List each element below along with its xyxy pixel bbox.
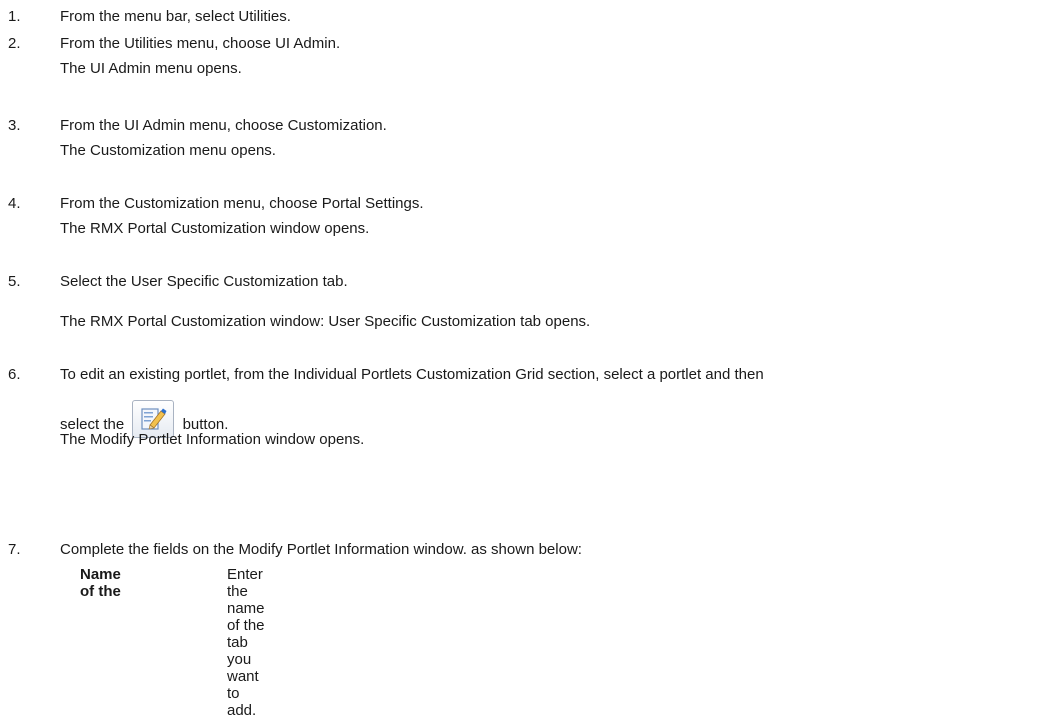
step-result: The RMX Portal Customization window open… [60, 220, 370, 237]
step-text: From the Utilities menu, choose UI Admin… [60, 35, 341, 52]
step-result: The Modify Portlet Information window op… [60, 431, 365, 448]
step-text: Select the User Specific Customization t… [60, 273, 348, 290]
step-number: 4. [8, 195, 21, 212]
step-number: 7. [8, 541, 21, 558]
step-text: Complete the fields on the Modify Portle… [60, 541, 582, 558]
step-text: From the Customization menu, choose Port… [60, 195, 424, 212]
field-label: Name of the [80, 566, 121, 600]
field-description: Enter the name of the tab you want to ad… [227, 566, 265, 719]
step-result: The Customization menu opens. [60, 142, 276, 159]
step-text: From the UI Admin menu, choose Customiza… [60, 117, 387, 134]
step-text: From the menu bar, select Utilities. [60, 8, 291, 25]
step-number: 1. [8, 8, 21, 25]
step-text: To edit an existing portlet, from the In… [60, 366, 764, 383]
step-number: 2. [8, 35, 21, 52]
step-result: The RMX Portal Customization window: Use… [60, 313, 591, 330]
step-number: 5. [8, 273, 21, 290]
step-number: 6. [8, 366, 21, 383]
step-number: 3. [8, 117, 21, 134]
step-result: The UI Admin menu opens. [60, 60, 242, 77]
